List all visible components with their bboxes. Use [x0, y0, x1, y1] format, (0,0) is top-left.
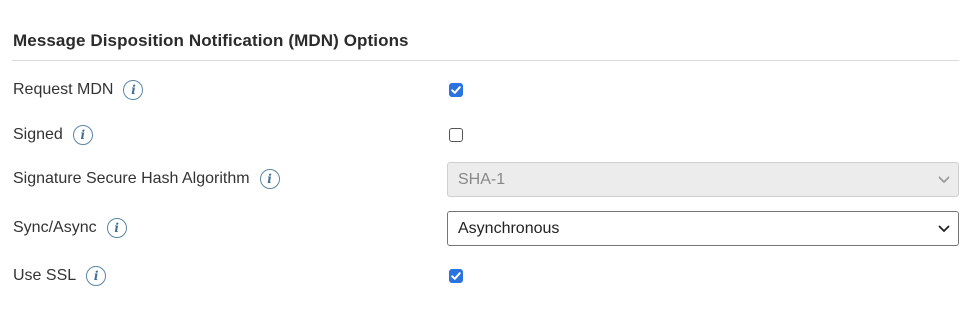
info-icon[interactable]: i — [259, 169, 280, 189]
info-icon[interactable]: i — [86, 266, 107, 286]
hash-algorithm-value: SHA-1 — [458, 170, 506, 188]
divider — [12, 60, 959, 61]
request-mdn-label-wrap: Request MDN i — [13, 78, 144, 102]
request-mdn-checkbox[interactable] — [449, 83, 463, 97]
chevron-down-icon — [938, 176, 950, 183]
checkmark-icon — [451, 272, 461, 280]
sync-async-label-wrap: Sync/Async i — [13, 216, 127, 240]
info-icon[interactable]: i — [106, 218, 127, 238]
mdn-options-section: Message Disposition Notification (MDN) O… — [0, 0, 970, 328]
request-mdn-label: Request MDN — [13, 81, 114, 98]
hash-algorithm-label: Signature Secure Hash Algorithm — [13, 170, 250, 187]
use-ssl-label-wrap: Use SSL i — [13, 264, 107, 288]
hash-algorithm-select[interactable]: SHA-1 — [447, 162, 959, 197]
sync-async-value: Asynchronous — [458, 219, 560, 237]
use-ssl-label: Use SSL — [13, 267, 77, 284]
info-icon[interactable]: i — [123, 80, 144, 100]
hash-algorithm-label-wrap: Signature Secure Hash Algorithm i — [13, 167, 280, 191]
signed-label: Signed — [13, 126, 63, 143]
signed-label-wrap: Signed i — [13, 123, 93, 147]
sync-async-label: Sync/Async — [13, 219, 97, 236]
chevron-down-icon — [938, 225, 950, 232]
info-icon[interactable]: i — [72, 125, 93, 145]
signed-checkbox[interactable] — [449, 128, 463, 142]
sync-async-select[interactable]: Asynchronous — [447, 211, 959, 246]
section-title: Message Disposition Notification (MDN) O… — [13, 31, 409, 50]
use-ssl-checkbox[interactable] — [449, 269, 463, 283]
checkmark-icon — [451, 86, 461, 94]
